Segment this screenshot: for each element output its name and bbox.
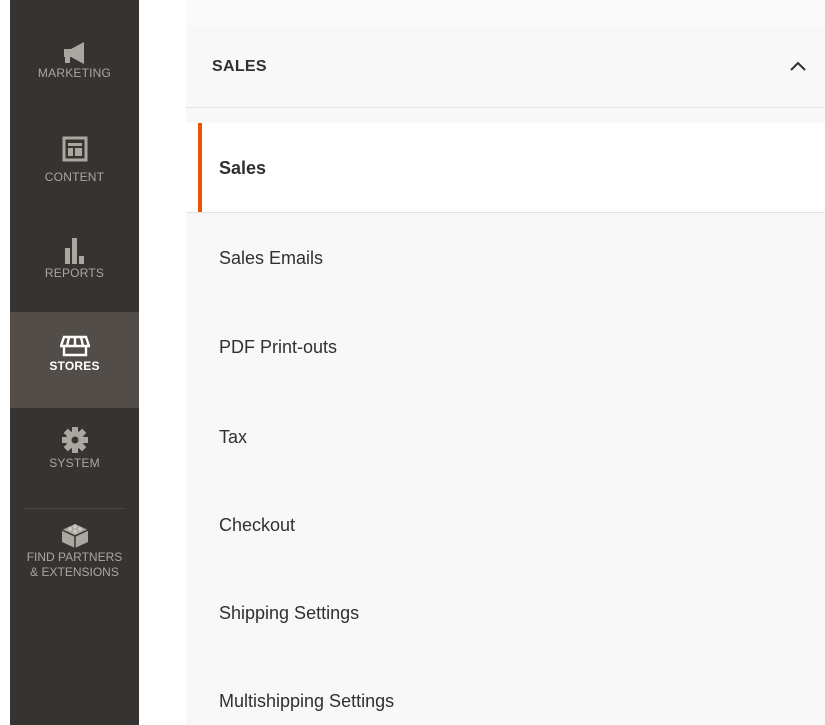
menu-item-label: Checkout bbox=[219, 515, 296, 535]
sidebar-item-find-partners[interactable]: FIND PARTNERS & EXTENSIONS bbox=[10, 522, 139, 602]
menu-item-label: Sales Emails bbox=[219, 248, 324, 268]
sidebar-divider bbox=[24, 508, 125, 509]
chevron-up-icon bbox=[790, 61, 806, 71]
menu-item-multishipping-settings[interactable]: Multishipping Settings bbox=[186, 656, 825, 725]
sidebar-item-label: REPORTS bbox=[44, 266, 105, 280]
sidebar-item-stores[interactable]: STORES bbox=[10, 312, 139, 408]
admin-sidebar: MARKETING CONTENT REPORTS STORES SYSTEM … bbox=[10, 0, 139, 725]
menu-item-label: Tax bbox=[219, 427, 248, 447]
left-gap bbox=[0, 0, 10, 725]
bar-chart-icon bbox=[64, 238, 84, 264]
panel-top-edge bbox=[186, 0, 825, 28]
sidebar-item-label: SYSTEM bbox=[49, 456, 100, 470]
menu-item-sales-emails[interactable]: Sales Emails bbox=[186, 213, 825, 302]
menu-item-tax[interactable]: Tax bbox=[186, 392, 825, 481]
menu-item-sales[interactable]: Sales bbox=[186, 123, 825, 213]
menu-item-label: PDF Print-outs bbox=[219, 337, 338, 357]
sidebar-item-content[interactable]: CONTENT bbox=[10, 136, 139, 198]
active-indicator bbox=[198, 123, 202, 212]
blocks-icon bbox=[61, 524, 88, 548]
sidebar-item-reports[interactable]: REPORTS bbox=[10, 236, 139, 298]
section-header-sales[interactable]: SALES bbox=[186, 27, 825, 108]
menu-item-label: Sales bbox=[219, 158, 267, 178]
menu-item-shipping-settings[interactable]: Shipping Settings bbox=[186, 568, 825, 657]
config-tabs-panel: SALES Sales Sales Emails PDF Print-outs … bbox=[186, 0, 825, 725]
sidebar-item-label: STORES bbox=[49, 359, 100, 373]
sidebar-item-label-line2: & EXTENSIONS bbox=[30, 565, 119, 579]
gear-icon bbox=[61, 427, 88, 453]
content-gutter bbox=[139, 0, 186, 725]
menu-item-label: Multishipping Settings bbox=[219, 691, 395, 711]
sidebar-item-label: CONTENT bbox=[44, 170, 105, 184]
layout-icon bbox=[62, 136, 87, 162]
menu-item-label: Shipping Settings bbox=[219, 603, 360, 623]
sidebar-item-label-line1: FIND PARTNERS bbox=[26, 550, 123, 564]
sidebar-item-marketing[interactable]: MARKETING bbox=[10, 40, 139, 102]
sidebar-item-label: MARKETING bbox=[37, 66, 112, 80]
section-title: SALES bbox=[212, 58, 267, 75]
megaphone-icon bbox=[63, 42, 84, 64]
section-spacer bbox=[186, 108, 825, 124]
menu-item-pdf-print-outs[interactable]: PDF Print-outs bbox=[186, 302, 825, 391]
menu-item-checkout[interactable]: Checkout bbox=[186, 480, 825, 569]
storefront-icon bbox=[59, 335, 90, 357]
sidebar-item-system[interactable]: SYSTEM bbox=[10, 426, 139, 488]
